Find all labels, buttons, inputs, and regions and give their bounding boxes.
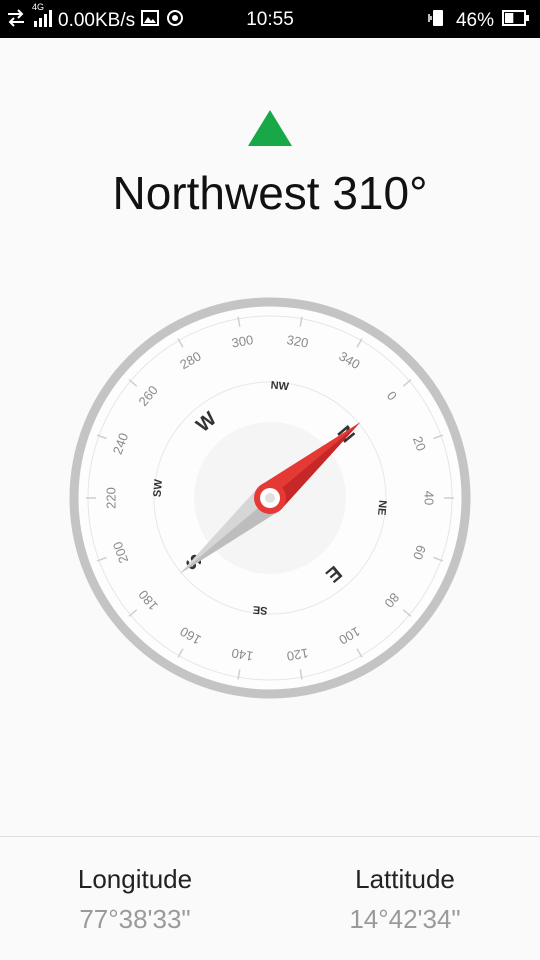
degrees-label: 310° <box>332 167 428 219</box>
longitude-label: Longitude <box>77 864 193 894</box>
latitude-value: 14°42'34" <box>349 904 461 934</box>
direction-mark: NE <box>375 500 388 516</box>
direction-label: Northwest <box>112 167 320 219</box>
status-right: 46% <box>426 8 530 34</box>
bottom-divider <box>0 836 540 837</box>
compass-dial: 0204060801001201401601802002202402602803… <box>69 297 471 699</box>
degree-label: 40 <box>422 491 437 505</box>
direction-mark: SW <box>152 478 166 497</box>
status-bar: 4G 0.00KB/s 10:55 46% <box>0 0 540 38</box>
needle-hub-core <box>265 493 275 503</box>
compass-heading: Northwest 310° <box>0 166 540 220</box>
direction-mark: NW <box>270 380 290 394</box>
heading-indicator-icon <box>248 110 292 146</box>
latitude-label: Lattitude <box>355 864 455 894</box>
battery-icon <box>502 9 530 33</box>
direction-mark: SE <box>252 603 268 616</box>
battery-percent: 46% <box>455 10 494 31</box>
vibrate-icon <box>426 8 448 34</box>
degree-label: 220 <box>103 487 118 509</box>
longitude-value: 77°38'33" <box>79 904 191 934</box>
